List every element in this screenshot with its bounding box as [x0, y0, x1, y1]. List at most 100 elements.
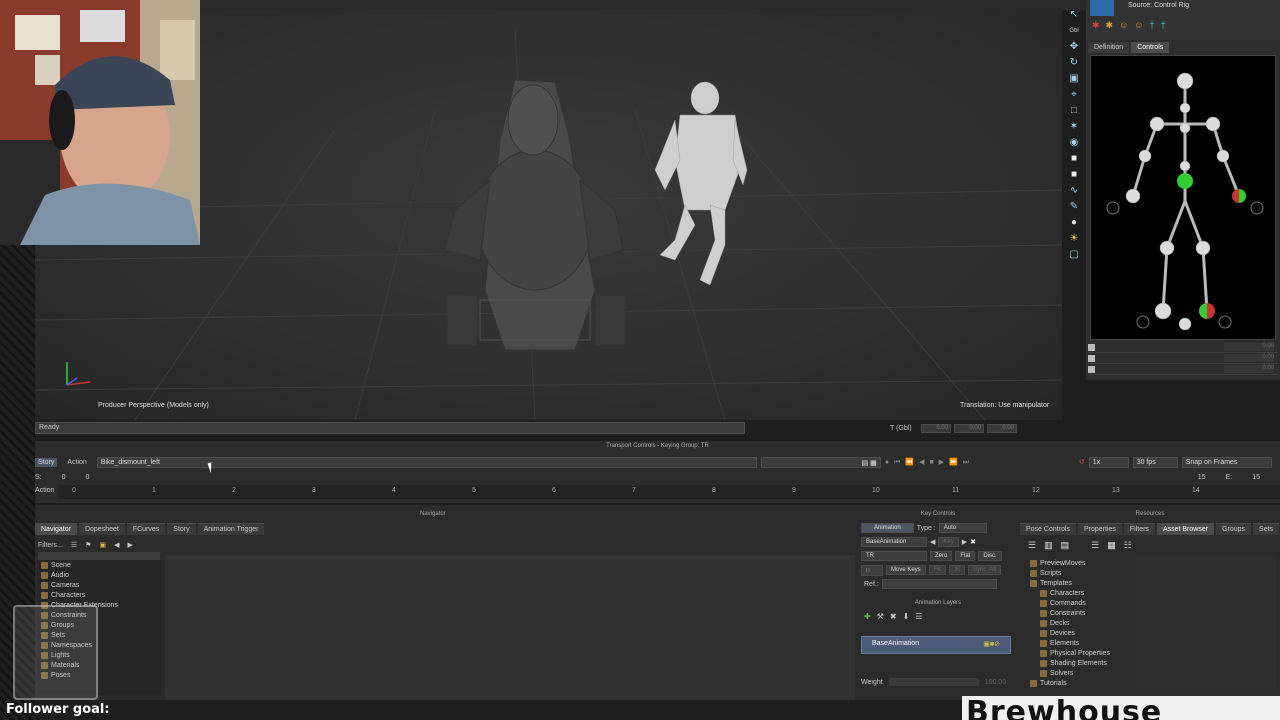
tree-item[interactable]: Cameras	[37, 580, 162, 590]
zero-button[interactable]: Zero	[930, 551, 953, 561]
layout-toggle-icon[interactable]: ▤ ▦	[760, 456, 881, 468]
checkbox[interactable]	[1088, 365, 1095, 373]
tree-item[interactable]: Characters	[37, 590, 162, 600]
cube-icon[interactable]: ■	[1068, 153, 1080, 165]
take-dropdown[interactable]: Bike_dismount_left	[96, 456, 757, 468]
tab-groups[interactable]: Groups	[1216, 523, 1252, 535]
tree-item[interactable]: Templates	[1026, 578, 1130, 588]
thumb-view-icon[interactable]: ☷	[1124, 540, 1132, 551]
fk-button[interactable]: FK	[928, 565, 947, 575]
tab-pose-controls[interactable]: Pose Controls	[1020, 523, 1076, 535]
weight-value[interactable]: 100.00	[985, 679, 1006, 686]
sync-all-button[interactable]: Sync. All	[968, 565, 1002, 575]
tree-item[interactable]: Physical Properties	[1026, 648, 1130, 658]
filters-button[interactable]: Filters...	[38, 542, 63, 549]
t-x-field[interactable]: 0.00	[921, 423, 951, 433]
base-animation-layer[interactable]: BaseAnimation ▣■⊘	[861, 636, 1011, 654]
light-icon[interactable]: ☀	[1068, 233, 1080, 245]
value-field[interactable]: 0.00	[1224, 354, 1274, 362]
tree-item[interactable]: Constraints	[1026, 608, 1130, 618]
tree-item[interactable]: Shading Elements	[1026, 658, 1130, 668]
weight-slider[interactable]	[888, 678, 979, 686]
tab-animation-trigger[interactable]: Animation Trigger	[197, 523, 265, 535]
ik-button[interactable]: IK	[949, 565, 966, 575]
snap-icon[interactable]: ✶	[1068, 121, 1080, 133]
story-mode-button[interactable]: Story	[35, 457, 58, 467]
tab-definition[interactable]: Definition	[1088, 42, 1130, 53]
full-body-icon[interactable]: ☺	[1134, 20, 1143, 31]
key-button[interactable]: Key	[938, 537, 959, 547]
detail-view-icon[interactable]: ▤	[1061, 540, 1070, 551]
tab-filters[interactable]: Filters	[1123, 523, 1155, 535]
select-icon[interactable]: ↖	[1068, 9, 1080, 21]
tree-item[interactable]: Commands	[1026, 598, 1130, 608]
navigator-search-input[interactable]	[38, 552, 160, 560]
move-icon[interactable]: ✥	[1068, 41, 1080, 53]
tree-item[interactable]: Decks	[1026, 618, 1130, 628]
start-value-2[interactable]: 0	[86, 474, 90, 481]
tree-item[interactable]: Scene	[37, 560, 162, 570]
brush-icon[interactable]: ✎	[1068, 201, 1080, 213]
rotate-icon[interactable]: ↻	[1068, 57, 1080, 69]
source-row[interactable]: Source: Control Rig	[1128, 2, 1189, 9]
speed-dropdown[interactable]: 1x	[1088, 456, 1129, 468]
layer-delete-icon[interactable]: ✖	[890, 612, 897, 621]
tree-item[interactable]: Devices	[1026, 628, 1130, 638]
value-field[interactable]: 0.00	[1224, 365, 1274, 373]
fps-dropdown[interactable]: 30 fps	[1132, 456, 1178, 468]
end-value-2[interactable]: 15	[1252, 474, 1260, 481]
layer-stack-icon[interactable]: ☰	[915, 612, 922, 621]
loop-icon[interactable]: ↺	[1079, 458, 1085, 466]
checkbox[interactable]	[1088, 343, 1095, 351]
globe-icon[interactable]: ◉	[1068, 137, 1080, 149]
gbl-toggle[interactable]: Gbl	[1068, 25, 1080, 37]
tab-navigator[interactable]: Navigator	[35, 523, 77, 535]
layer-lock-icon[interactable]: ▣■⊘	[983, 640, 1000, 650]
ik-icon[interactable]: ✱	[1106, 20, 1114, 31]
grid-view-icon[interactable]: ▦	[1107, 540, 1116, 551]
character-figure-view[interactable]	[1090, 55, 1276, 340]
tab-properties[interactable]: Properties	[1077, 523, 1122, 535]
split-view-icon[interactable]: ▥	[1044, 540, 1053, 551]
pivot-icon[interactable]: ⌖	[1068, 89, 1080, 101]
keying-group-dropdown[interactable]: TR	[861, 551, 927, 561]
action-mode-button[interactable]: Action	[61, 459, 92, 466]
ref-field[interactable]	[881, 579, 997, 589]
lock-icon[interactable]: ▣	[99, 541, 106, 549]
tree-view-icon[interactable]: ☰	[1028, 540, 1036, 551]
tab-dopesheet[interactable]: Dopesheet	[78, 523, 125, 535]
tab-sets[interactable]: Sets	[1253, 523, 1280, 535]
tree-item[interactable]: Characters	[1026, 588, 1130, 598]
end-value[interactable]: 15	[1198, 474, 1206, 481]
timeline-ruler[interactable]: 0 1 2 3 4 5 6 7 8 9 10 11 12 13 14	[58, 485, 1280, 499]
list-view-icon[interactable]: ☰	[1091, 540, 1099, 551]
tree-item[interactable]: Tutorials	[1026, 678, 1130, 688]
curve-icon[interactable]: ∿	[1068, 185, 1080, 197]
cube-alt-icon[interactable]: ■	[1068, 169, 1080, 181]
start-value[interactable]: 0	[62, 474, 66, 481]
delete-key-icon[interactable]: ✖	[970, 538, 976, 546]
value-field[interactable]: 0.00	[1224, 343, 1274, 351]
tab-controls[interactable]: Controls	[1131, 42, 1170, 53]
layer-merge-icon[interactable]: ⬇	[903, 612, 910, 621]
body-part-icon[interactable]: ☺	[1119, 20, 1128, 31]
next-key-icon[interactable]: ▶	[962, 538, 967, 546]
checkbox[interactable]	[1088, 354, 1095, 362]
sphere-icon[interactable]: ●	[1068, 217, 1080, 229]
list-icon[interactable]: ☰	[71, 541, 77, 549]
layer-dropdown[interactable]: BaseAnimation	[861, 537, 927, 547]
tab-asset-browser[interactable]: Asset Browser	[1156, 523, 1215, 535]
hips-effector[interactable]	[1177, 173, 1193, 189]
t-z-field[interactable]: 0.00	[987, 423, 1017, 433]
add-layer-icon[interactable]: ✚	[864, 612, 871, 621]
camera-icon[interactable]: □	[1068, 105, 1080, 117]
prev-key-icon[interactable]: ◀	[930, 538, 935, 546]
tree-item[interactable]: Solvers	[1026, 668, 1130, 678]
flat-button[interactable]: Flat	[955, 551, 976, 561]
back-icon[interactable]: ◀	[114, 541, 119, 549]
move-keys-button[interactable]: Move Keys	[886, 565, 926, 575]
filter-icon[interactable]: ⚑	[85, 541, 91, 549]
tab-story[interactable]: Story	[167, 523, 196, 535]
animation-mode-button[interactable]: Animation	[861, 523, 914, 533]
tree-item[interactable]: Elements	[1026, 638, 1130, 648]
